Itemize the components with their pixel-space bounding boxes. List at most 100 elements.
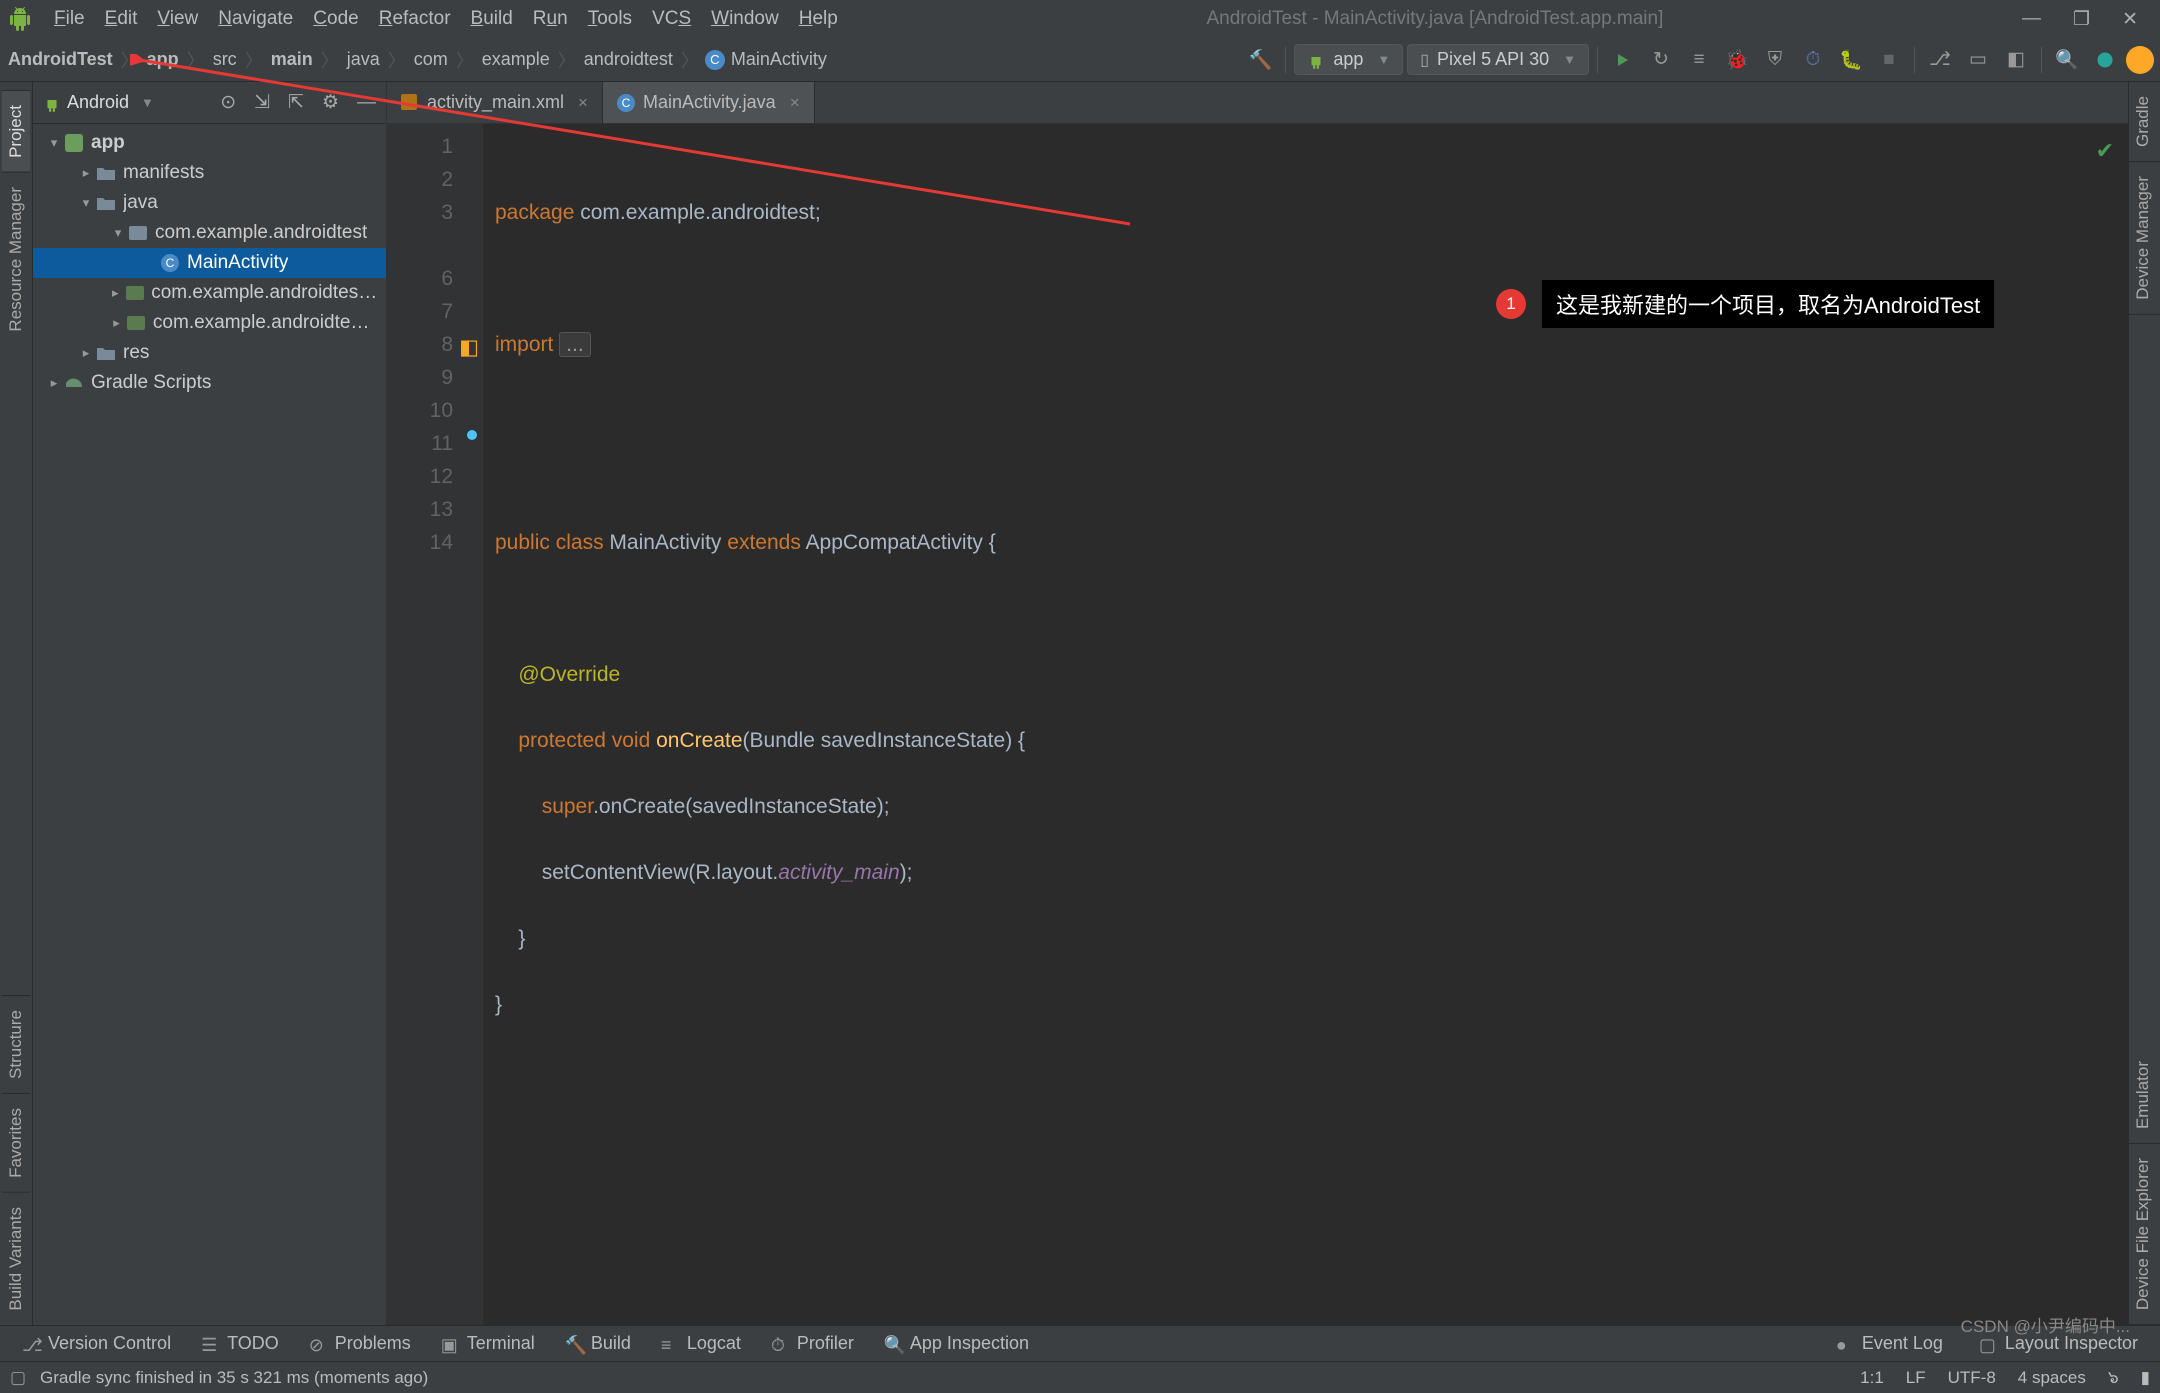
coverage-icon[interactable]: ⛨	[1758, 43, 1792, 77]
menu-run[interactable]: Run	[523, 4, 578, 34]
tree-java[interactable]: ▾java	[33, 188, 386, 218]
inspection-ok-icon[interactable]: ✔	[2096, 134, 2114, 167]
app-inspection-icon: 🔍	[884, 1335, 902, 1353]
rail-project[interactable]: Project	[2, 90, 30, 172]
menu-view[interactable]: View	[147, 4, 208, 34]
settings-icon[interactable]: ⚙	[322, 91, 339, 114]
stop-button[interactable]: ■	[1872, 43, 1906, 77]
bc-java[interactable]: java	[345, 49, 382, 70]
menu-file[interactable]: File	[44, 4, 95, 34]
bt-todo[interactable]: ☰TODO	[193, 1331, 287, 1356]
sdk-icon[interactable]: ◧	[1999, 43, 2033, 77]
bc-app[interactable]: app	[145, 49, 181, 70]
rail-build-variants[interactable]: Build Variants	[2, 1192, 30, 1325]
status-icon[interactable]: ▢	[10, 1368, 30, 1388]
rail-favorites[interactable]: Favorites	[2, 1093, 30, 1192]
bt-build[interactable]: 🔨Build	[557, 1331, 639, 1356]
tree-res[interactable]: ▸res	[33, 338, 386, 368]
rail-gradle[interactable]: Gradle	[2129, 82, 2160, 162]
profiler-button[interactable]: ⏱	[1796, 43, 1830, 77]
settings-icon[interactable]	[2088, 43, 2122, 77]
menu-refactor[interactable]: Refactor	[369, 4, 461, 34]
run-config-label: app	[1333, 49, 1363, 70]
bt-logcat[interactable]: ≡Logcat	[653, 1331, 749, 1356]
bc-example[interactable]: example	[480, 49, 552, 70]
rail-device-manager[interactable]: Device Manager	[2129, 162, 2160, 315]
device-selector[interactable]: ▯ Pixel 5 API 30 ▼	[1407, 44, 1589, 75]
debug-button[interactable]: 🐞	[1720, 43, 1754, 77]
bc-src[interactable]: src	[211, 49, 239, 70]
tree-app[interactable]: ▾app	[33, 128, 386, 158]
bc-main[interactable]: main	[269, 49, 315, 70]
vcs-icon: ⎇	[22, 1335, 40, 1353]
test-package-icon	[125, 312, 147, 334]
menu-edit[interactable]: Edit	[95, 4, 148, 34]
menu-navigate[interactable]: Navigate	[208, 4, 303, 34]
project-view-selector[interactable]: Android ▼	[43, 92, 154, 113]
apply-changes-icon[interactable]: ↻	[1644, 43, 1678, 77]
code-changes-icon[interactable]: ≡	[1682, 43, 1716, 77]
rail-device-file-explorer[interactable]: Device File Explorer	[2129, 1144, 2160, 1325]
run-button[interactable]	[1606, 43, 1640, 77]
indent-setting[interactable]: 4 spaces	[2018, 1368, 2086, 1388]
menu-help[interactable]: Help	[789, 4, 848, 34]
bc-class[interactable]: CMainActivity	[705, 49, 827, 70]
problems-icon: ⊘	[309, 1335, 327, 1353]
branch-indicator[interactable]: ๖	[2108, 1364, 2119, 1391]
attach-debugger-icon[interactable]: 🐛	[1834, 43, 1868, 77]
menu-vcs[interactable]: VCS	[642, 4, 701, 34]
select-opened-icon[interactable]: ⊙	[220, 91, 236, 114]
tab-main-activity[interactable]: C MainActivity.java ×	[603, 82, 815, 123]
window-controls: ― ❐ ✕	[2022, 8, 2152, 31]
bt-app-inspection[interactable]: 🔍App Inspection	[876, 1331, 1037, 1356]
tree-main-activity[interactable]: CMainActivity	[33, 248, 386, 278]
close-tab-icon[interactable]: ×	[578, 93, 588, 113]
line-separator[interactable]: LF	[1906, 1368, 1926, 1388]
menu-code[interactable]: Code	[303, 4, 368, 34]
rail-structure[interactable]: Structure	[2, 995, 30, 1093]
maximize-button[interactable]: ❐	[2073, 8, 2090, 31]
tab-label: activity_main.xml	[427, 92, 564, 113]
tree-gradle-scripts[interactable]: ▸Gradle Scripts	[33, 368, 386, 398]
run-configuration-selector[interactable]: app ▼	[1294, 44, 1403, 75]
close-tab-icon[interactable]: ×	[790, 93, 800, 113]
bt-event-log[interactable]: ●Event Log	[1828, 1331, 1951, 1356]
expand-all-icon[interactable]: ⇲	[254, 91, 270, 114]
tree-pkg-unittest[interactable]: ▸com.example.androidtest (t	[33, 308, 386, 338]
rail-emulator[interactable]: Emulator	[2129, 1047, 2160, 1144]
folder-icon	[95, 342, 117, 364]
tree-manifests[interactable]: ▸manifests	[33, 158, 386, 188]
hide-button[interactable]: ―	[357, 92, 376, 114]
bc-project[interactable]: AndroidTest	[6, 49, 115, 70]
avd-icon[interactable]: ▭	[1961, 43, 1995, 77]
bc-androidtest[interactable]: androidtest	[582, 49, 675, 70]
activity-gutter-icon[interactable]: ◧	[459, 331, 479, 364]
tab-activity-main[interactable]: activity_main.xml ×	[387, 82, 603, 123]
bc-leaf-label: MainActivity	[731, 49, 827, 70]
caret-position[interactable]: 1:1	[1860, 1368, 1884, 1388]
override-gutter-icon[interactable]	[467, 430, 477, 440]
bc-com[interactable]: com	[412, 49, 450, 70]
class-icon: C	[617, 94, 635, 112]
memory-indicator[interactable]: ▮	[2141, 1368, 2150, 1388]
tree-pkg-androidtest[interactable]: ▸com.example.androidtest (a	[33, 278, 386, 308]
account-avatar[interactable]	[2126, 46, 2154, 74]
close-button[interactable]: ✕	[2122, 8, 2138, 31]
tree-pkg-main[interactable]: ▾com.example.androidtest	[33, 218, 386, 248]
search-icon[interactable]: 🔍	[2050, 43, 2084, 77]
minimize-button[interactable]: ―	[2022, 8, 2041, 31]
file-encoding[interactable]: UTF-8	[1948, 1368, 1996, 1388]
menu-window[interactable]: Window	[701, 4, 789, 34]
menu-tools[interactable]: Tools	[578, 4, 642, 34]
make-project-icon[interactable]: 🔨	[1243, 43, 1277, 77]
rail-resource-manager[interactable]: Resource Manager	[2, 172, 30, 346]
git-icon[interactable]: ⎇	[1923, 43, 1957, 77]
import-fold[interactable]: ...	[559, 332, 591, 357]
bt-profiler[interactable]: ⏱Profiler	[763, 1331, 862, 1356]
bt-terminal[interactable]: ▣Terminal	[433, 1331, 543, 1356]
menu-build[interactable]: Build	[461, 4, 523, 34]
project-view-label: Android	[67, 92, 129, 113]
bt-vcs[interactable]: ⎇Version Control	[14, 1331, 179, 1356]
collapse-all-icon[interactable]: ⇱	[288, 91, 304, 114]
bt-problems[interactable]: ⊘Problems	[301, 1331, 419, 1356]
